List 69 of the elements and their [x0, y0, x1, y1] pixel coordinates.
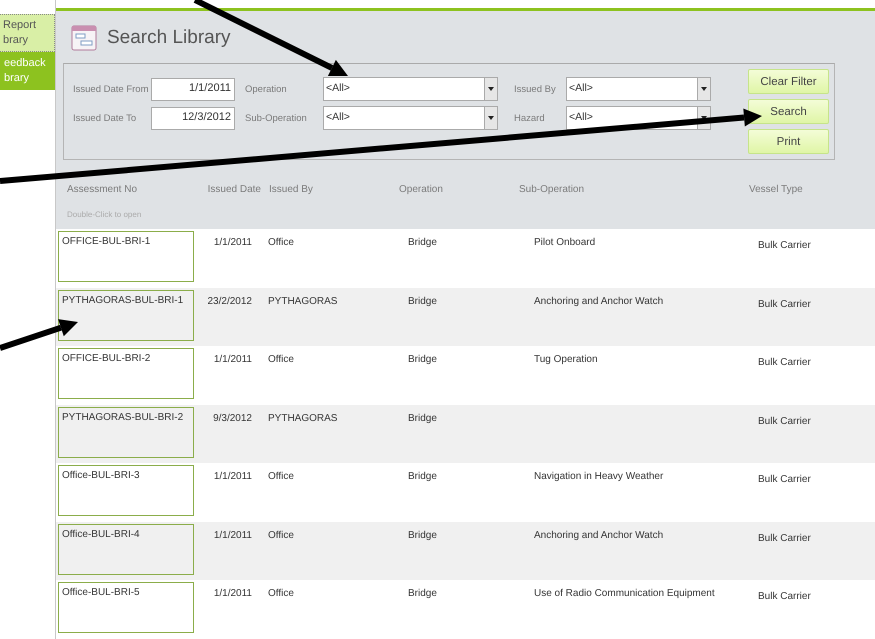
column-header: Assessment No — [67, 184, 138, 197]
assessment-field[interactable]: OFFICE-BUL-BRI-2 — [58, 348, 194, 400]
table-cell: Bridge — [408, 588, 437, 600]
field-label: Operation — [245, 84, 288, 94]
table-cell: Bridge — [408, 412, 437, 424]
dropdown-field[interactable]: <All> — [323, 106, 498, 130]
hint-text: Double-Click to open — [66, 209, 142, 221]
table-cell: Bulk Carrier — [758, 298, 811, 310]
field-label: Issued By — [514, 84, 557, 94]
caret-icon — [488, 116, 494, 120]
table-cell: 1/1/2011 — [214, 471, 252, 482]
table-cell: 9/3/2012 — [213, 412, 252, 424]
table-cell: PYTHAGORAS — [268, 296, 338, 307]
column-header: Issued Date — [206, 184, 261, 197]
table-cell: Navigation in Heavy Weather — [534, 471, 664, 482]
table-cell: Office — [268, 588, 294, 600]
field-label: Issued Date From — [73, 84, 150, 94]
table-cell: Bridge — [408, 530, 437, 541]
field-label: Issued Date To — [73, 112, 138, 124]
table-cell: Office — [268, 471, 294, 482]
field-label: Sub-Operation — [245, 112, 308, 124]
caret-icon — [701, 87, 707, 91]
table-cell: Bulk Carrier — [758, 416, 811, 427]
table-cell: Tug Operation — [534, 354, 598, 366]
table-cell: Office — [268, 237, 294, 248]
column-header: Sub-Operation — [519, 184, 586, 197]
table-cell: Bulk Carrier — [758, 357, 811, 368]
assessment-field[interactable]: OFFICE-BUL-BRI-1 — [58, 231, 194, 282]
table-cell: Anchoring and Anchor Watch — [534, 296, 664, 307]
column-header: Vessel Type — [749, 184, 804, 197]
table-cell: Bulk Carrier — [758, 591, 811, 602]
filter-button[interactable]: Print — [748, 129, 829, 154]
table-cell: Bridge — [408, 471, 437, 482]
assessment-field[interactable]: Office-BUL-BRI-4 — [58, 524, 194, 575]
dropdown-field[interactable]: <All> — [323, 77, 498, 101]
table-cell: Office — [268, 530, 294, 541]
table-cell: Bulk Carrier — [758, 474, 811, 486]
filter-button[interactable]: Clear Filter — [748, 69, 829, 94]
column-header: Operation — [399, 184, 444, 197]
assessment-field[interactable]: PYTHAGORAS-BUL-BRI-2 — [58, 406, 194, 458]
form-title: Search Library — [107, 27, 231, 49]
table-cell: Use of Radio Communication Equipment — [534, 588, 715, 600]
assessment-field[interactable]: Office-BUL-BRI-3 — [58, 465, 194, 516]
dropdown-field[interactable]: <All> — [566, 77, 711, 101]
date-field[interactable]: 12/3/2012 — [151, 106, 235, 130]
date-field[interactable]: 1/1/2011 — [151, 78, 235, 100]
caret-icon — [488, 87, 494, 91]
caret-icon — [701, 116, 707, 120]
table-cell: Pilot Onboard — [534, 237, 596, 248]
table-cell: PYTHAGORAS — [268, 412, 338, 424]
field-label: Hazard — [514, 112, 546, 124]
table-cell: Bulk Carrier — [758, 240, 811, 251]
table-cell: Bulk Carrier — [758, 532, 811, 544]
table-cell: Bridge — [408, 296, 437, 307]
nav-item[interactable]: Report brary — [0, 14, 55, 52]
column-header: Issued By — [268, 184, 314, 197]
assessment-field[interactable]: Office-BUL-BRI-5 — [58, 582, 194, 634]
table-cell: 1/1/2011 — [214, 354, 252, 366]
table-cell: Office — [268, 354, 294, 366]
table-cell: 1/1/2011 — [214, 588, 252, 600]
assessment-field[interactable]: PYTHAGORAS-BUL-BRI-1 — [58, 290, 194, 341]
table-cell: 1/1/2011 — [214, 237, 252, 248]
table-cell: Bridge — [408, 354, 437, 366]
filter-button[interactable]: Search — [748, 99, 829, 124]
form-icon — [71, 25, 97, 51]
table-cell: Bridge — [408, 237, 437, 248]
table-cell: 1/1/2011 — [214, 530, 252, 541]
table-cell: Anchoring and Anchor Watch — [534, 530, 664, 541]
table-cell: 23/2/2012 — [208, 296, 252, 307]
